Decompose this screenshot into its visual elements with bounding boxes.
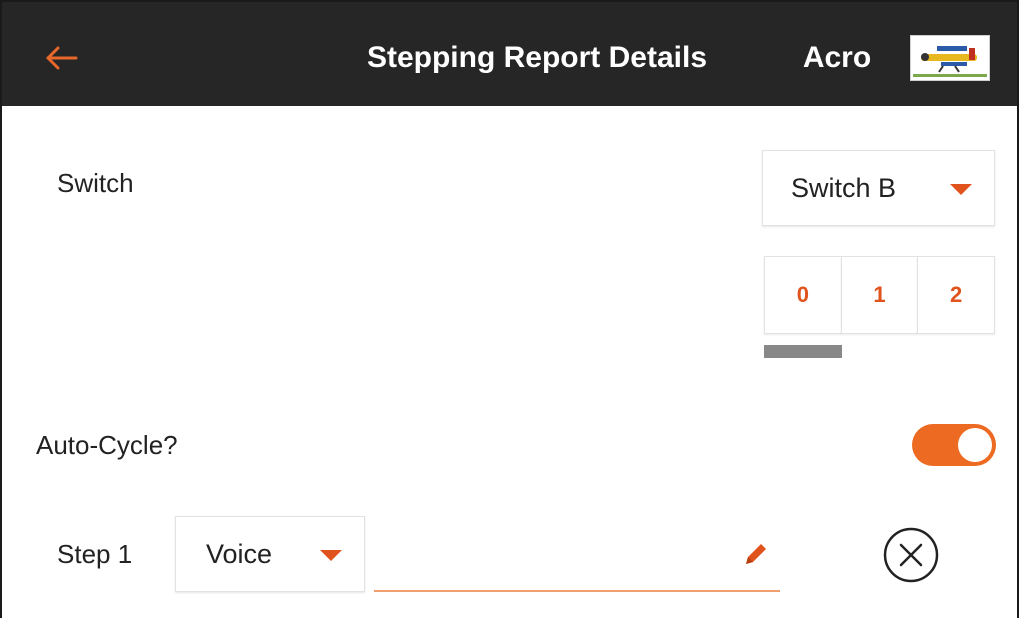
auto-cycle-label: Auto-Cycle? xyxy=(36,430,178,460)
airplane-thumbnail-icon[interactable] xyxy=(910,35,990,81)
step-type-value: Voice xyxy=(206,538,273,569)
toggle-knob xyxy=(958,428,992,462)
arrow-left-icon xyxy=(46,46,78,70)
switch-label: Switch xyxy=(57,168,134,198)
pencil-icon[interactable] xyxy=(740,538,772,570)
switch-select[interactable]: Switch B xyxy=(762,150,995,226)
auto-cycle-toggle[interactable] xyxy=(912,424,996,466)
switch-position-group: 0 1 2 xyxy=(764,256,996,334)
chevron-down-icon xyxy=(950,184,972,195)
switch-position-2[interactable]: 2 xyxy=(917,256,996,334)
step-text-input[interactable] xyxy=(374,516,780,592)
step-label: Step 1 xyxy=(57,539,133,569)
switch-position-1[interactable]: 1 xyxy=(840,256,919,334)
circle-x-icon[interactable] xyxy=(882,526,940,584)
screen: Stepping Report Details Acro Switch Swit… xyxy=(0,0,1019,618)
chevron-down-icon xyxy=(320,550,342,561)
header-bar: Stepping Report Details Acro xyxy=(2,2,1017,106)
page-title: Stepping Report Details xyxy=(366,41,708,74)
model-name: Acro xyxy=(802,41,872,74)
switch-select-value: Switch B xyxy=(791,172,897,203)
step-type-select[interactable]: Voice xyxy=(175,516,365,592)
active-position-indicator xyxy=(764,345,842,358)
switch-position-0[interactable]: 0 xyxy=(764,256,842,334)
back-button[interactable] xyxy=(34,30,90,86)
